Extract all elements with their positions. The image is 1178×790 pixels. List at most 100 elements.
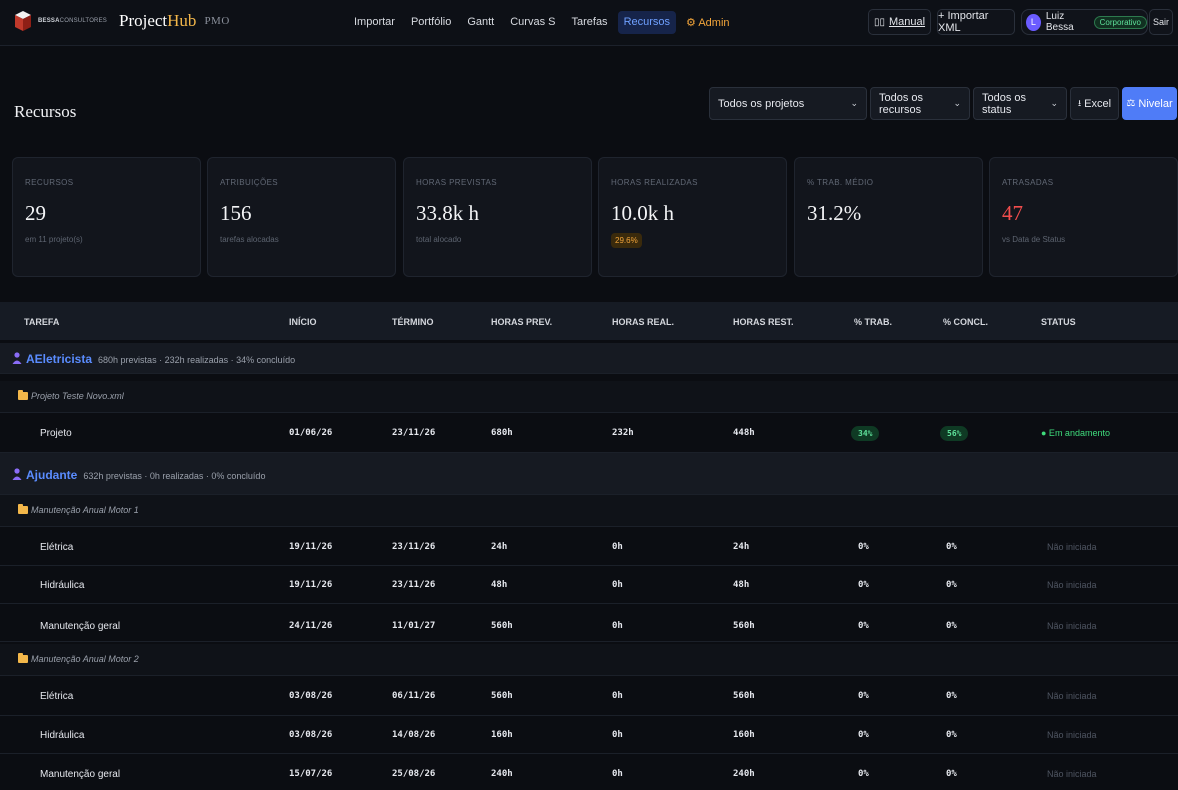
resource-group-row[interactable]: AEletricista 680h previstas · 232h realiz… xyxy=(0,343,1178,374)
project-name: Manutenção Anual Motor 2 xyxy=(31,654,139,664)
excel-label: Excel xyxy=(1084,97,1112,110)
task-name: Hidráulica xyxy=(40,730,85,741)
task-hours-real: 232h xyxy=(612,428,634,438)
task-hours-rest: 240h xyxy=(733,769,755,779)
task-end: 11/01/27 xyxy=(392,621,436,631)
table-row[interactable]: Manutenção geral 15/07/26 25/08/26 240h … xyxy=(0,754,1178,790)
task-complete-pct: 0% xyxy=(946,691,957,701)
task-start: 03/08/26 xyxy=(289,691,333,701)
import-xml-button[interactable]: + Importar XML xyxy=(937,9,1015,35)
task-complete-pct: 0% xyxy=(946,621,957,631)
project-name: Manutenção Anual Motor 1 xyxy=(31,505,139,515)
app-suffix: PMO xyxy=(204,15,230,27)
brand[interactable]: BESSACONSULTORES ProjectHub PMO xyxy=(14,10,230,32)
nav-tarefas[interactable]: Tarefas xyxy=(565,11,613,34)
task-name: Manutenção geral xyxy=(40,621,121,632)
stat-label: ATRIBUIÇÕES xyxy=(220,178,279,187)
resource-summary: 680h previstas · 232h realizadas · 34% c… xyxy=(98,355,296,365)
table-row[interactable]: Projeto 01/06/26 23/11/26 680h 232h 448h… xyxy=(0,415,1178,453)
table-row[interactable]: Hidráulica 03/08/26 14/08/26 160h 0h 160… xyxy=(0,716,1178,754)
task-hours-real: 0h xyxy=(612,691,623,701)
task-name: Projeto xyxy=(40,428,72,439)
nav-curvas-s[interactable]: Curvas S xyxy=(504,11,561,34)
logout-button[interactable]: Sair xyxy=(1149,9,1173,35)
resource-name: Ajudante xyxy=(26,468,78,482)
status-badge: ● Em andamento xyxy=(1041,428,1110,438)
table-row[interactable]: Elétrica 19/11/26 23/11/26 24h 0h 24h 0%… xyxy=(0,528,1178,566)
col-horas-rest[interactable]: HORAS REST. xyxy=(733,317,794,327)
task-hours-rest: 560h xyxy=(733,621,755,631)
stat-label: HORAS PREVISTAS xyxy=(416,178,497,187)
nav-admin[interactable]: ⚙ Admin xyxy=(680,11,736,34)
col-tarefa[interactable]: TAREFA xyxy=(24,317,59,327)
col-inicio[interactable]: INÍCIO xyxy=(289,317,317,327)
chevron-down-icon: ⌄ xyxy=(850,98,858,108)
table-row[interactable]: Manutenção geral 24/11/26 11/01/27 560h … xyxy=(0,604,1178,642)
col-termino[interactable]: TÉRMINO xyxy=(392,317,434,327)
user-menu[interactable]: L Luiz Bessa Corporativo xyxy=(1021,9,1148,35)
task-hours-real: 0h xyxy=(612,769,623,779)
task-end: 23/11/26 xyxy=(392,428,436,438)
table-row[interactable]: Elétrica 03/08/26 06/11/26 560h 0h 560h … xyxy=(0,678,1178,716)
task-hours-real: 0h xyxy=(612,621,623,631)
chevron-down-icon: ⌄ xyxy=(1050,98,1058,108)
stat-card-atribuicoes: ATRIBUIÇÕES 156 tarefas alocadas xyxy=(207,157,396,277)
status-filter-select[interactable]: Todos os status ⌄ xyxy=(973,87,1067,120)
task-hours-prev: 240h xyxy=(491,769,513,779)
nav-gantt[interactable]: Gantt xyxy=(461,11,500,34)
resource-filter-select[interactable]: Todos os recursos ⌄ xyxy=(870,87,970,120)
nav-portfolio[interactable]: Portfólio xyxy=(405,11,457,34)
manual-button[interactable]: ▯▯ Manual xyxy=(868,9,931,35)
person-icon xyxy=(12,468,22,480)
col-status[interactable]: STATUS xyxy=(1041,317,1076,327)
book-icon: ▯▯ xyxy=(873,16,885,28)
stat-card-recursos: RECURSOS 29 em 11 projeto(s) xyxy=(12,157,201,277)
task-hours-real: 0h xyxy=(612,730,623,740)
stat-label: HORAS REALIZADAS xyxy=(611,178,698,187)
manual-label: Manual xyxy=(888,16,926,28)
level-resources-button[interactable]: ⚖ Nivelar xyxy=(1122,87,1177,120)
status-badge: Não iniciada xyxy=(1047,542,1097,552)
plan-badge: Corporativo xyxy=(1093,15,1147,29)
task-start: 19/11/26 xyxy=(289,580,333,590)
task-hours-prev: 680h xyxy=(491,428,513,438)
status-badge: Não iniciada xyxy=(1047,769,1097,779)
export-excel-button[interactable]: ⭳ Excel xyxy=(1070,87,1119,120)
stat-value: 47 xyxy=(1002,201,1023,225)
col-horas-prev[interactable]: HORAS PREV. xyxy=(491,317,552,327)
stat-value: 10.0k h xyxy=(611,201,674,225)
task-end: 06/11/26 xyxy=(392,691,436,701)
stat-sub: em 11 projeto(s) xyxy=(25,235,83,244)
task-name: Hidráulica xyxy=(40,580,85,591)
resource-filter-value: Todos os recursos xyxy=(879,91,924,116)
task-complete-pct: 0% xyxy=(946,730,957,740)
resource-group-row[interactable]: Ajudante 632h previstas · 0h realizadas ·… xyxy=(0,453,1178,495)
nav-recursos[interactable]: Recursos xyxy=(617,11,677,34)
chevron-down-icon: ⌄ xyxy=(953,98,961,108)
task-work-pct: 0% xyxy=(858,580,869,590)
col-trab[interactable]: % TRAB. xyxy=(854,317,892,327)
stat-label: % TRAB. MÉDIO xyxy=(807,178,874,187)
task-name: Elétrica xyxy=(40,542,74,553)
stat-value: 156 xyxy=(220,201,252,225)
stat-value: 29 xyxy=(25,201,46,225)
task-start: 15/07/26 xyxy=(289,769,333,779)
task-end: 25/08/26 xyxy=(392,769,436,779)
task-hours-real: 0h xyxy=(612,542,623,552)
nav-importar[interactable]: Importar xyxy=(348,11,401,34)
col-concl[interactable]: % CONCL. xyxy=(943,317,988,327)
status-badge: Não iniciada xyxy=(1047,621,1097,631)
status-badge: Não iniciada xyxy=(1047,691,1097,701)
table-row[interactable]: Hidráulica 19/11/26 23/11/26 48h 0h 48h … xyxy=(0,566,1178,604)
stat-sub: total alocado xyxy=(416,235,462,244)
task-hours-prev: 48h xyxy=(491,580,508,590)
task-work-pct: 0% xyxy=(858,542,869,552)
company-name: BESSACONSULTORES xyxy=(38,18,107,24)
task-end: 14/08/26 xyxy=(392,730,436,740)
folder-icon xyxy=(18,653,28,663)
task-hours-rest: 24h xyxy=(733,542,750,552)
project-filter-select[interactable]: Todos os projetos ⌄ xyxy=(709,87,867,120)
col-horas-real[interactable]: HORAS REAL. xyxy=(612,317,674,327)
stat-label: ATRASADAS xyxy=(1002,178,1054,187)
task-complete-pct: 0% xyxy=(946,769,957,779)
